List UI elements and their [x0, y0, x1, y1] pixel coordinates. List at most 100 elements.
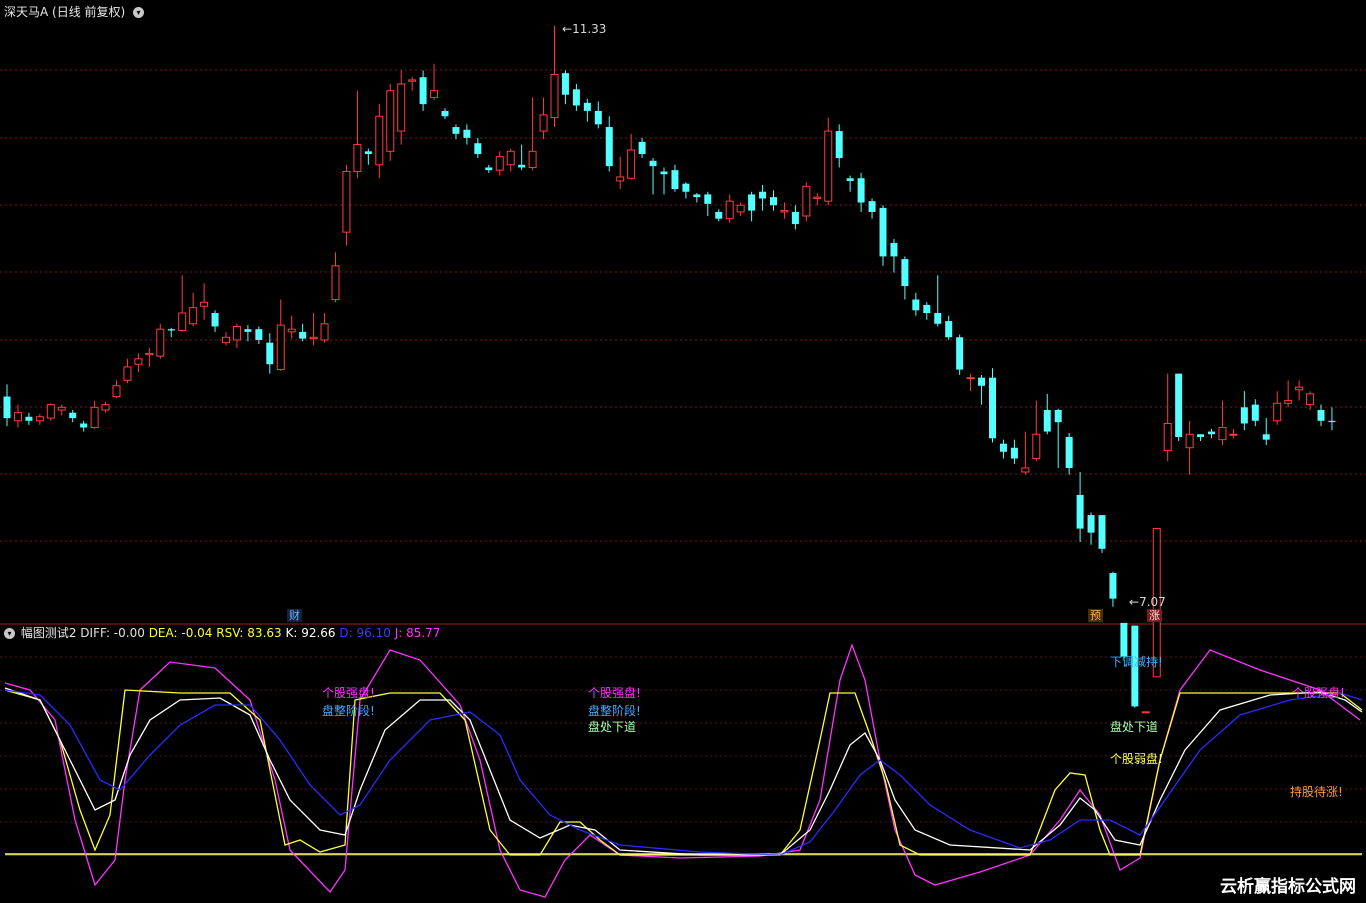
candle-body — [550, 74, 559, 119]
candle-body — [802, 185, 811, 217]
indicator-name: 幅图测试2 — [20, 626, 77, 640]
low-price-label: ←7.07 — [1129, 595, 1166, 609]
candle-body — [1065, 436, 1073, 468]
candle-body — [725, 200, 734, 220]
candle-body — [945, 321, 953, 338]
candle-body — [561, 73, 569, 95]
candle-body — [1098, 515, 1106, 549]
chevron-down-icon[interactable]: ▾ — [133, 7, 145, 18]
marker-cai[interactable]: 财 — [287, 609, 302, 622]
candle-body — [1218, 427, 1227, 441]
candle-body — [583, 102, 591, 111]
k-line — [4, 687, 1363, 856]
chart-title: 深天马A (日线 前复权) ▾ — [4, 5, 145, 19]
candle-body — [835, 131, 843, 159]
price-chart — [0, 26, 1366, 898]
watermark: 云析赢指标公式网 — [1220, 877, 1356, 897]
candle-body — [868, 201, 876, 212]
candle-body — [660, 171, 668, 175]
candle-body — [342, 171, 351, 233]
candle-body — [605, 127, 613, 167]
candle-body — [1175, 373, 1183, 437]
candle-body — [1120, 622, 1128, 657]
candle-body — [167, 329, 175, 331]
candle-body — [759, 191, 767, 199]
candle-body — [1076, 494, 1084, 529]
candle-body — [934, 313, 942, 324]
candle-body — [912, 299, 920, 311]
candle-body — [397, 83, 406, 132]
chart-root: { "header": { "title": "深天马A", "period":… — [0, 0, 1366, 903]
marker-yu[interactable]: 预 — [1088, 609, 1103, 622]
candle-body — [923, 304, 931, 313]
candle-body — [232, 325, 241, 341]
j-line — [4, 643, 1361, 898]
candle-body — [200, 301, 209, 307]
candle-body — [1032, 433, 1041, 460]
candle-body — [682, 183, 690, 192]
high-arrow-icon: ← — [562, 22, 573, 36]
candle-body — [890, 242, 898, 257]
chevron-down-icon[interactable]: ▾ — [4, 628, 15, 639]
candle-body — [112, 385, 121, 398]
candle-body — [495, 156, 504, 171]
candle-body — [1284, 400, 1293, 404]
candle-body — [287, 328, 296, 333]
candle-body — [178, 312, 187, 332]
candle-body — [101, 404, 110, 411]
candle-body — [156, 328, 165, 357]
candle-body — [145, 352, 154, 356]
candle-body — [671, 170, 679, 190]
candle-body — [299, 331, 307, 339]
candle-body — [46, 404, 55, 419]
candle-body — [791, 211, 799, 225]
d-line — [4, 689, 1363, 856]
candle-body — [3, 396, 11, 419]
candle-body — [474, 143, 482, 155]
low-arrow-icon: ← — [1129, 595, 1140, 609]
candle-body — [255, 329, 263, 340]
candle-body — [506, 150, 515, 166]
marker-zhang[interactable]: 涨 — [1147, 609, 1162, 622]
signal-strong-2: 个股强盘! — [588, 686, 641, 700]
period-label: (日线 前复权) — [52, 5, 126, 19]
candle-body — [1141, 711, 1150, 714]
candle-body — [441, 110, 449, 117]
candle-body — [627, 149, 636, 179]
signal-strong-1: 个股强盘! — [322, 686, 375, 700]
candle-body — [69, 412, 77, 419]
candle-body — [649, 160, 657, 167]
signal-strong-3: 个股强盘! — [1292, 686, 1345, 700]
candle-body — [1087, 515, 1095, 533]
candle-body — [1054, 410, 1062, 423]
high-price-label: ←11.33 — [562, 22, 607, 36]
candle-body — [1109, 573, 1117, 599]
candle-body — [25, 416, 33, 421]
candle-body — [1273, 402, 1282, 422]
candle-body — [463, 129, 471, 138]
candle-body — [364, 151, 372, 155]
candle-body — [1043, 410, 1051, 432]
candle-body — [123, 366, 132, 381]
candle-body — [1197, 434, 1205, 437]
candle-body — [90, 406, 99, 429]
candle-body — [736, 204, 745, 213]
candle-body — [638, 141, 646, 155]
candle-body — [80, 423, 88, 428]
candle-body — [528, 150, 537, 168]
candle-body — [748, 194, 756, 211]
indicator-header: ▾ 幅图测试2 DIFF: -0.00 DEA: -0.04 RSV: 83.6… — [4, 626, 440, 640]
dea-value: DEA: -0.04 — [148, 626, 213, 640]
candle-body — [244, 329, 252, 332]
candle-body — [539, 114, 548, 132]
candle-body — [1010, 447, 1018, 459]
candle-body — [408, 79, 417, 82]
candle-body — [419, 77, 427, 105]
candle-body — [1185, 433, 1194, 449]
candle-body — [320, 323, 329, 341]
candle-body — [452, 127, 460, 134]
candle-body — [1229, 433, 1238, 436]
signal-downtrend-2: 盘处下道 — [1110, 720, 1159, 734]
signal-consolidate-2: 盘整阶段! — [588, 704, 641, 718]
candle-body — [276, 324, 285, 371]
